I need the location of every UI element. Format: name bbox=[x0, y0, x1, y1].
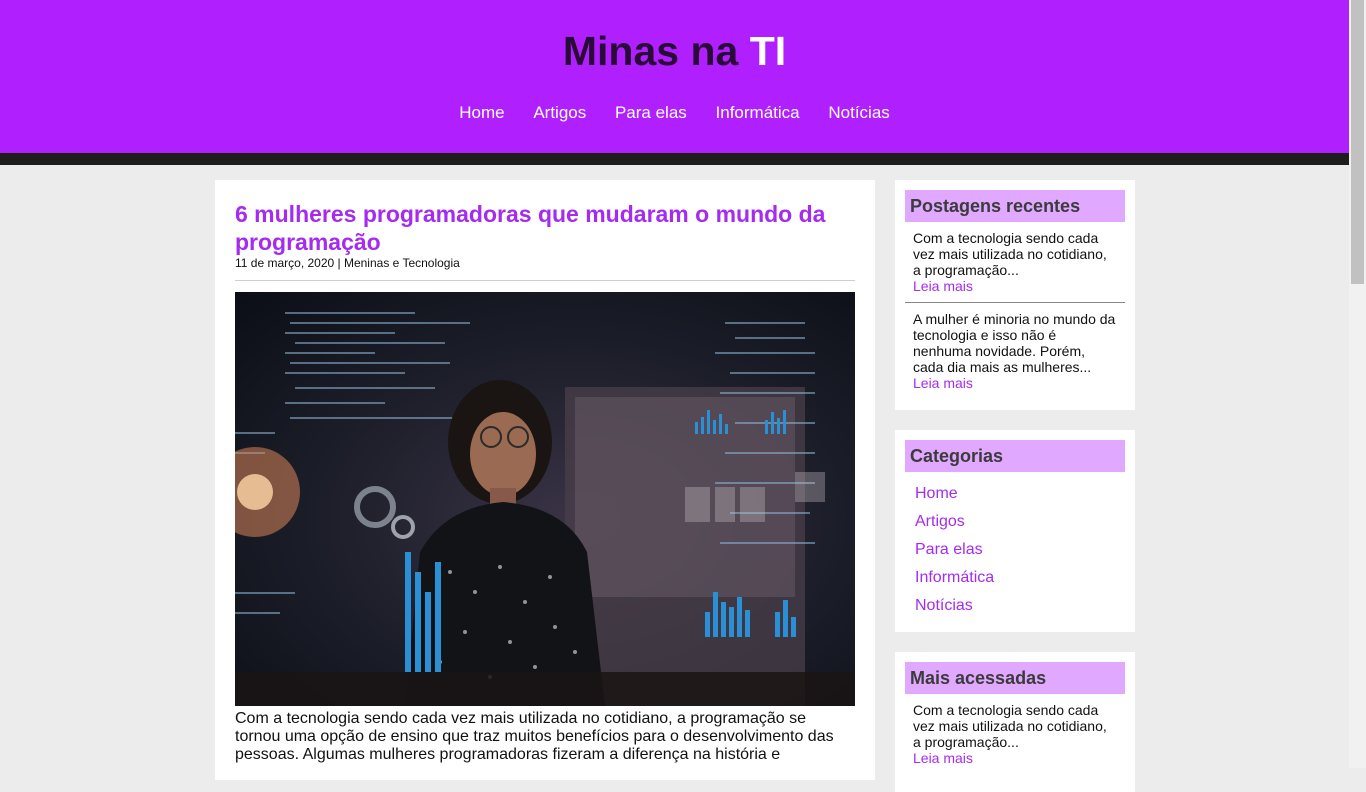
nav-noticias[interactable]: Notícias bbox=[828, 103, 889, 122]
categories-widget: Categorias Home Artigos Para elas Inform… bbox=[895, 430, 1135, 632]
category-informatica[interactable]: Informática bbox=[915, 564, 1135, 592]
category-home[interactable]: Home bbox=[915, 480, 1135, 508]
category-para-elas[interactable]: Para elas bbox=[915, 536, 1135, 564]
post-meta: 11 de março, 2020 | Meninas e Tecnologia bbox=[235, 256, 460, 270]
post-card: 6 mulheres programadoras que mudaram o m… bbox=[215, 180, 875, 780]
site-title[interactable]: Minas na TI bbox=[0, 28, 1349, 75]
main-nav: Home Artigos Para elas Informática Notíc… bbox=[0, 103, 1349, 123]
recent-post-item: Com a tecnologia sendo cada vez mais uti… bbox=[905, 222, 1125, 302]
recent-post-text: A mulher é minoria no mundo da tecnologi… bbox=[913, 311, 1116, 375]
nav-home[interactable]: Home bbox=[459, 103, 504, 122]
site-title-prefix: Minas na bbox=[562, 28, 750, 74]
nav-informatica[interactable]: Informática bbox=[716, 103, 800, 122]
popular-post-item: Com a tecnologia sendo cada vez mais uti… bbox=[905, 694, 1125, 774]
categories-list: Home Artigos Para elas Informática Notíc… bbox=[895, 472, 1135, 620]
categories-heading: Categorias bbox=[905, 440, 1125, 472]
category-noticias[interactable]: Notícias bbox=[915, 592, 1135, 620]
site-title-accent: TI bbox=[749, 28, 787, 74]
hero-illustration bbox=[235, 312, 855, 706]
post-divider bbox=[235, 280, 855, 281]
read-more-link[interactable]: Leia mais bbox=[913, 750, 1117, 766]
post-title[interactable]: 6 mulheres programadoras que mudaram o m… bbox=[235, 200, 865, 256]
site-header: Minas na TI Home Artigos Para elas Infor… bbox=[0, 0, 1349, 153]
post-hero-image bbox=[235, 292, 855, 706]
recent-posts-widget: Postagens recentes Com a tecnologia send… bbox=[895, 180, 1135, 410]
header-bar bbox=[0, 153, 1349, 165]
category-artigos[interactable]: Artigos bbox=[915, 508, 1135, 536]
most-viewed-widget: Mais acessadas Com a tecnologia sendo ca… bbox=[895, 652, 1135, 792]
scrollbar-thumb[interactable] bbox=[1351, 0, 1364, 284]
popular-post-text: Com a tecnologia sendo cada vez mais uti… bbox=[913, 702, 1107, 750]
post-excerpt: Com a tecnologia sendo cada vez mais uti… bbox=[235, 710, 834, 763]
page-scrollbar[interactable] bbox=[1349, 0, 1366, 768]
nav-para-elas[interactable]: Para elas bbox=[615, 103, 687, 122]
most-viewed-heading: Mais acessadas bbox=[905, 662, 1125, 694]
recent-posts-heading: Postagens recentes bbox=[905, 190, 1125, 222]
recent-post-item: A mulher é minoria no mundo da tecnologi… bbox=[905, 302, 1125, 399]
read-more-link[interactable]: Leia mais bbox=[913, 375, 1117, 391]
recent-post-text: Com a tecnologia sendo cada vez mais uti… bbox=[913, 230, 1107, 278]
nav-artigos[interactable]: Artigos bbox=[533, 103, 586, 122]
read-more-link[interactable]: Leia mais bbox=[913, 278, 1117, 294]
